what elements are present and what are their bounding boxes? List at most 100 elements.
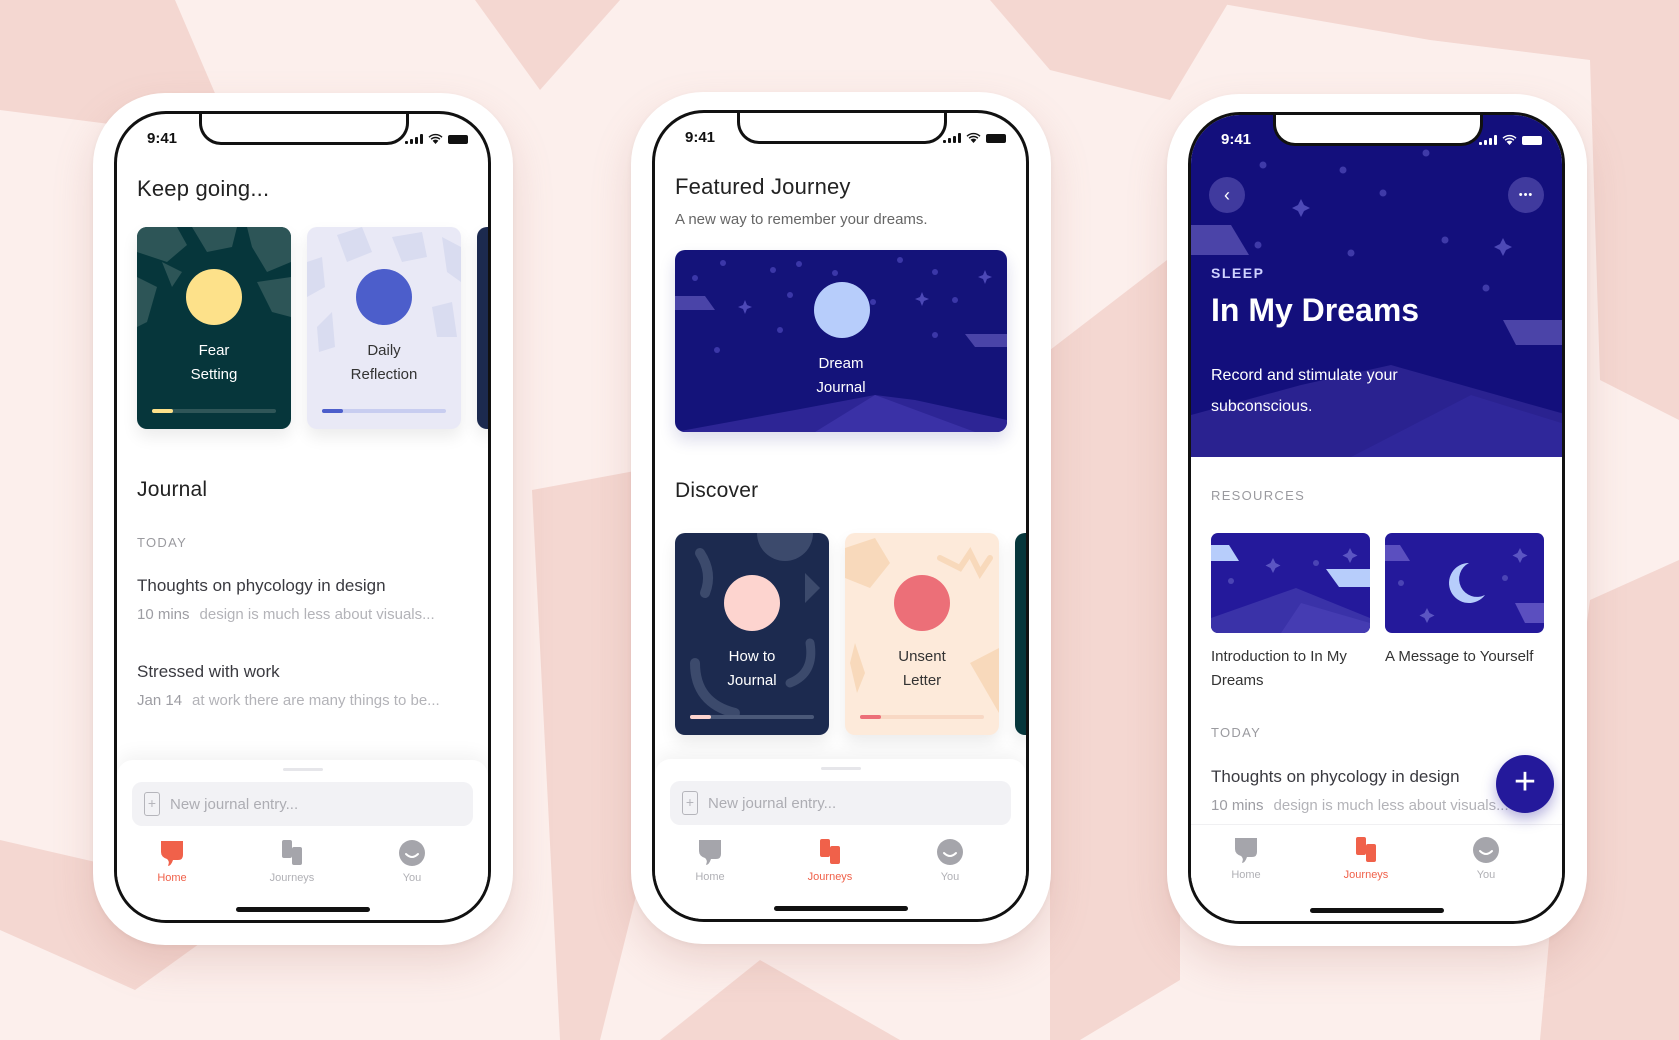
notch	[199, 114, 409, 145]
smiley-icon	[399, 840, 425, 866]
tab-you[interactable]: You	[900, 837, 1000, 883]
resource-card[interactable]: A Message to Yourself	[1385, 533, 1544, 669]
resource-card[interactable]: Introduction to In My Dreams	[1211, 533, 1370, 693]
tab-journeys[interactable]: Journeys	[242, 838, 342, 884]
card-title-line2: Setting	[190, 366, 238, 383]
card-title-line2: Journal	[727, 672, 777, 689]
tab-label: Home	[157, 872, 187, 884]
card-pattern	[690, 533, 820, 718]
new-entry-input[interactable]	[708, 781, 968, 825]
featured-card-dream-journal[interactable]: Dream Journal	[675, 250, 1007, 432]
smiley-icon	[937, 839, 963, 865]
discover-title: Discover	[675, 479, 759, 502]
tab-journeys[interactable]: Journeys	[1316, 835, 1416, 881]
home-indicator	[1309, 908, 1444, 913]
add-entry-icon: +	[682, 791, 698, 815]
signal-icon	[1479, 135, 1497, 145]
tab-label: Home	[1231, 869, 1261, 881]
section-label-today: TODAY	[137, 535, 188, 550]
screen: 9:41 Featured Journey A new way to remem…	[652, 110, 1029, 922]
resource-title: Introduction to In My Dreams	[1211, 648, 1347, 689]
entry-title[interactable]: Stressed with work	[137, 662, 280, 682]
entry-preview: design is much less about visuals...	[1273, 797, 1509, 814]
discover-card-how-to-journal[interactable]: How to Journal	[675, 533, 829, 735]
back-button[interactable]: ‹	[1209, 177, 1245, 213]
status-time: 9:41	[147, 130, 178, 147]
card-title-line1: How to	[728, 648, 776, 665]
entry-preview: at work there are many things to be...	[192, 692, 440, 709]
tab-label: You	[940, 871, 960, 883]
card-title-line1: Daily	[367, 342, 401, 359]
entry-meta: 10 mins design is much less about visuals…	[1211, 797, 1509, 814]
drag-handle[interactable]	[282, 768, 323, 771]
section-label-today: TODAY	[1211, 725, 1262, 740]
progress-bar	[322, 409, 446, 413]
speech-bubble-icon	[699, 840, 721, 865]
featured-journey-subtitle: A new way to remember your dreams.	[675, 211, 928, 228]
resources-label: RESOURCES	[1211, 488, 1306, 503]
entry-meta: Jan 14 at work there are many things to b…	[137, 692, 440, 709]
chevron-left-icon: ‹	[1224, 185, 1230, 205]
journey-card-daily-reflection[interactable]: Daily Reflection	[307, 227, 461, 429]
bottom-bar: Home Journeys You	[1191, 825, 1562, 921]
tab-home[interactable]: Home	[122, 838, 222, 884]
status-time: 9:41	[1221, 131, 1252, 148]
resource-title: A Message to Yourself	[1385, 648, 1534, 665]
card-title-line2: Journal	[816, 379, 866, 396]
screen: ‹ ••• SLEEP In My Dreams Record and stim…	[1188, 112, 1565, 924]
night-sky-illustration	[675, 257, 1007, 432]
journey-title: In My Dreams	[1211, 292, 1420, 328]
tab-label: You	[1476, 869, 1496, 881]
wifi-icon	[966, 132, 981, 143]
moon-icon	[1449, 563, 1485, 603]
circle-icon	[724, 575, 780, 631]
wifi-icon	[1502, 134, 1517, 145]
resource-thumbnail	[1385, 533, 1544, 633]
new-entry-field[interactable]: +	[132, 782, 473, 826]
notch	[1273, 115, 1483, 146]
tab-bar: Home Journeys You	[655, 837, 1026, 897]
journey-card-partial[interactable]	[477, 227, 488, 429]
keep-going-title: Keep going...	[137, 176, 270, 201]
tab-you[interactable]: You	[362, 838, 462, 884]
card-pattern	[845, 538, 999, 713]
tab-bar: Home Journeys You	[117, 838, 488, 898]
cards-icon	[1356, 837, 1376, 862]
circle-icon	[356, 269, 412, 325]
category-label: SLEEP	[1211, 265, 1265, 281]
tab-label: You	[402, 872, 422, 884]
more-options-button[interactable]: •••	[1508, 177, 1544, 213]
card-title-line1: Fear	[198, 342, 230, 359]
cards-icon	[282, 840, 302, 865]
ellipsis-icon: •••	[1518, 189, 1534, 201]
tab-journeys[interactable]: Journeys	[780, 837, 880, 883]
sun-icon	[186, 269, 242, 325]
smiley-icon	[1473, 837, 1499, 863]
phone-journey-detail-screen: ‹ ••• SLEEP In My Dreams Record and stim…	[1167, 94, 1587, 946]
bottom-sheet: + Home Journeys You	[117, 760, 488, 920]
journey-description: Record and stimulate your subconscious.	[1211, 367, 1398, 415]
journey-card-fear-setting[interactable]: Fear Setting	[137, 227, 291, 429]
cards-icon	[820, 839, 840, 864]
new-entry-field[interactable]: +	[670, 781, 1011, 825]
entry-title[interactable]: Thoughts on phycology in design	[137, 576, 386, 596]
battery-icon	[1522, 136, 1542, 145]
tab-label: Journeys	[269, 872, 315, 884]
resource-thumbnail	[1211, 533, 1370, 633]
tab-home[interactable]: Home	[1196, 835, 1296, 881]
card-title-line1: Dream	[818, 355, 864, 372]
new-entry-input[interactable]	[170, 782, 430, 826]
home-indicator	[773, 906, 908, 911]
discover-card-partial[interactable]	[1015, 533, 1026, 735]
status-time: 9:41	[685, 129, 716, 146]
signal-icon	[405, 134, 423, 144]
tab-home[interactable]: Home	[660, 837, 760, 883]
drag-handle[interactable]	[820, 767, 861, 770]
add-entry-button[interactable]: +	[1496, 755, 1554, 813]
progress-fill	[690, 715, 712, 719]
discover-card-unsent-letter[interactable]: Unsent Letter	[845, 533, 999, 735]
tab-label: Journeys	[1343, 869, 1389, 881]
entry-title[interactable]: Thoughts on phycology in design	[1211, 767, 1460, 787]
phone-home-screen: 9:41 Keep going... Fear Setting Daily Re…	[93, 93, 513, 945]
tab-you[interactable]: You	[1436, 835, 1536, 881]
